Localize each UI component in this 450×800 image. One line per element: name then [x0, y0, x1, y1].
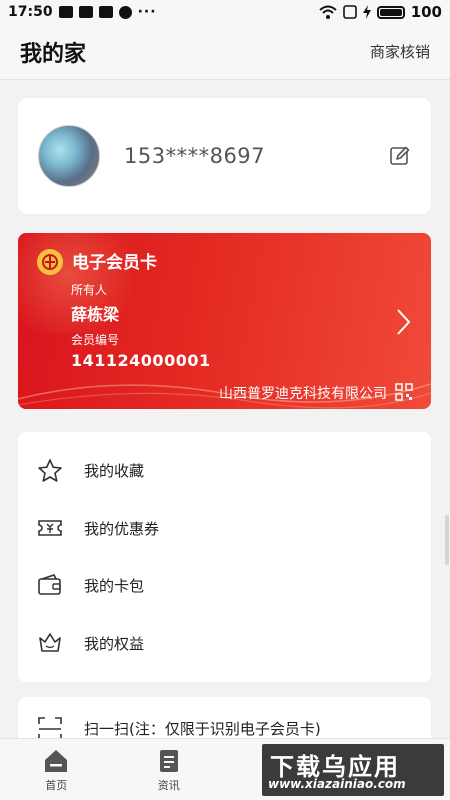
- menu-item-label: 我的优惠券: [84, 519, 160, 538]
- news-icon: [159, 750, 178, 772]
- menu-item-rights[interactable]: 我的权益: [18, 615, 431, 673]
- rights-icon: [39, 633, 61, 653]
- menu-item-label: 我的收藏: [84, 462, 145, 481]
- card-title: 电子会员卡: [72, 253, 157, 273]
- notification-icon: [58, 6, 73, 18]
- menu-item-coupons[interactable]: 我的优惠券: [18, 500, 431, 558]
- profile-card: 153****8697: [18, 98, 431, 214]
- news-app-icon: [98, 6, 113, 18]
- signal-icon: [342, 5, 357, 19]
- scrollbar[interactable]: [445, 515, 449, 565]
- page-title: 我的家: [20, 41, 87, 67]
- star-icon: [38, 458, 62, 482]
- coupon-icon: [38, 520, 62, 537]
- union-logo-icon: [37, 249, 63, 275]
- status-time: 17:50: [8, 4, 53, 20]
- mail-icon: [78, 6, 93, 18]
- watermark: 下载乌应用 www.xiazainiao.com: [262, 744, 444, 796]
- wallet-icon: [38, 573, 61, 595]
- nav-label: 资讯: [157, 779, 180, 792]
- owner-label: 所有人: [71, 283, 108, 297]
- nav-news[interactable]: 资讯: [113, 739, 226, 800]
- header: 我的家 商家核销: [0, 24, 450, 80]
- charging-icon: [362, 5, 371, 19]
- avatar[interactable]: [38, 125, 100, 187]
- chevron-right-icon[interactable]: [395, 308, 411, 336]
- owner-name: 薛栋梁: [71, 305, 120, 324]
- company-name: 山西普罗迪克科技有限公司: [219, 386, 387, 402]
- home-icon: [45, 750, 68, 772]
- menu-item-favorites[interactable]: 我的收藏: [18, 442, 431, 500]
- nav-label: 首页: [45, 779, 68, 792]
- battery-icon: [376, 5, 405, 19]
- phone-number: 153****8697: [124, 144, 266, 168]
- menu-item-label: 我的权益: [84, 634, 145, 653]
- menu-card: 我的收藏 我的优惠券 我的卡包 我的权益: [18, 432, 431, 682]
- scan-label: 扫一扫(注：仅限于识别电子会员卡): [84, 720, 321, 738]
- wifi-icon: [319, 5, 337, 19]
- member-number-label: 会员编号: [71, 333, 120, 347]
- menu-item-wallet[interactable]: 我的卡包: [18, 557, 431, 615]
- watermark-url: www.xiazainiao.com: [268, 777, 406, 791]
- member-card[interactable]: 电子会员卡 所有人 薛栋梁 会员编号 141124000001 山西普罗迪克科技…: [18, 233, 431, 409]
- menu-item-label: 我的卡包: [84, 577, 145, 596]
- status-bar: 17:50 ··· 100: [0, 0, 450, 24]
- member-number: 141124000001: [71, 351, 211, 370]
- merchant-verify-button[interactable]: 商家核销: [370, 41, 430, 62]
- more-notifications: ···: [137, 4, 157, 20]
- edit-icon[interactable]: [389, 145, 411, 167]
- qr-code-icon[interactable]: [395, 383, 413, 401]
- chat-icon: [118, 5, 132, 19]
- battery-level: 100: [410, 3, 442, 21]
- nav-home[interactable]: 首页: [0, 739, 113, 800]
